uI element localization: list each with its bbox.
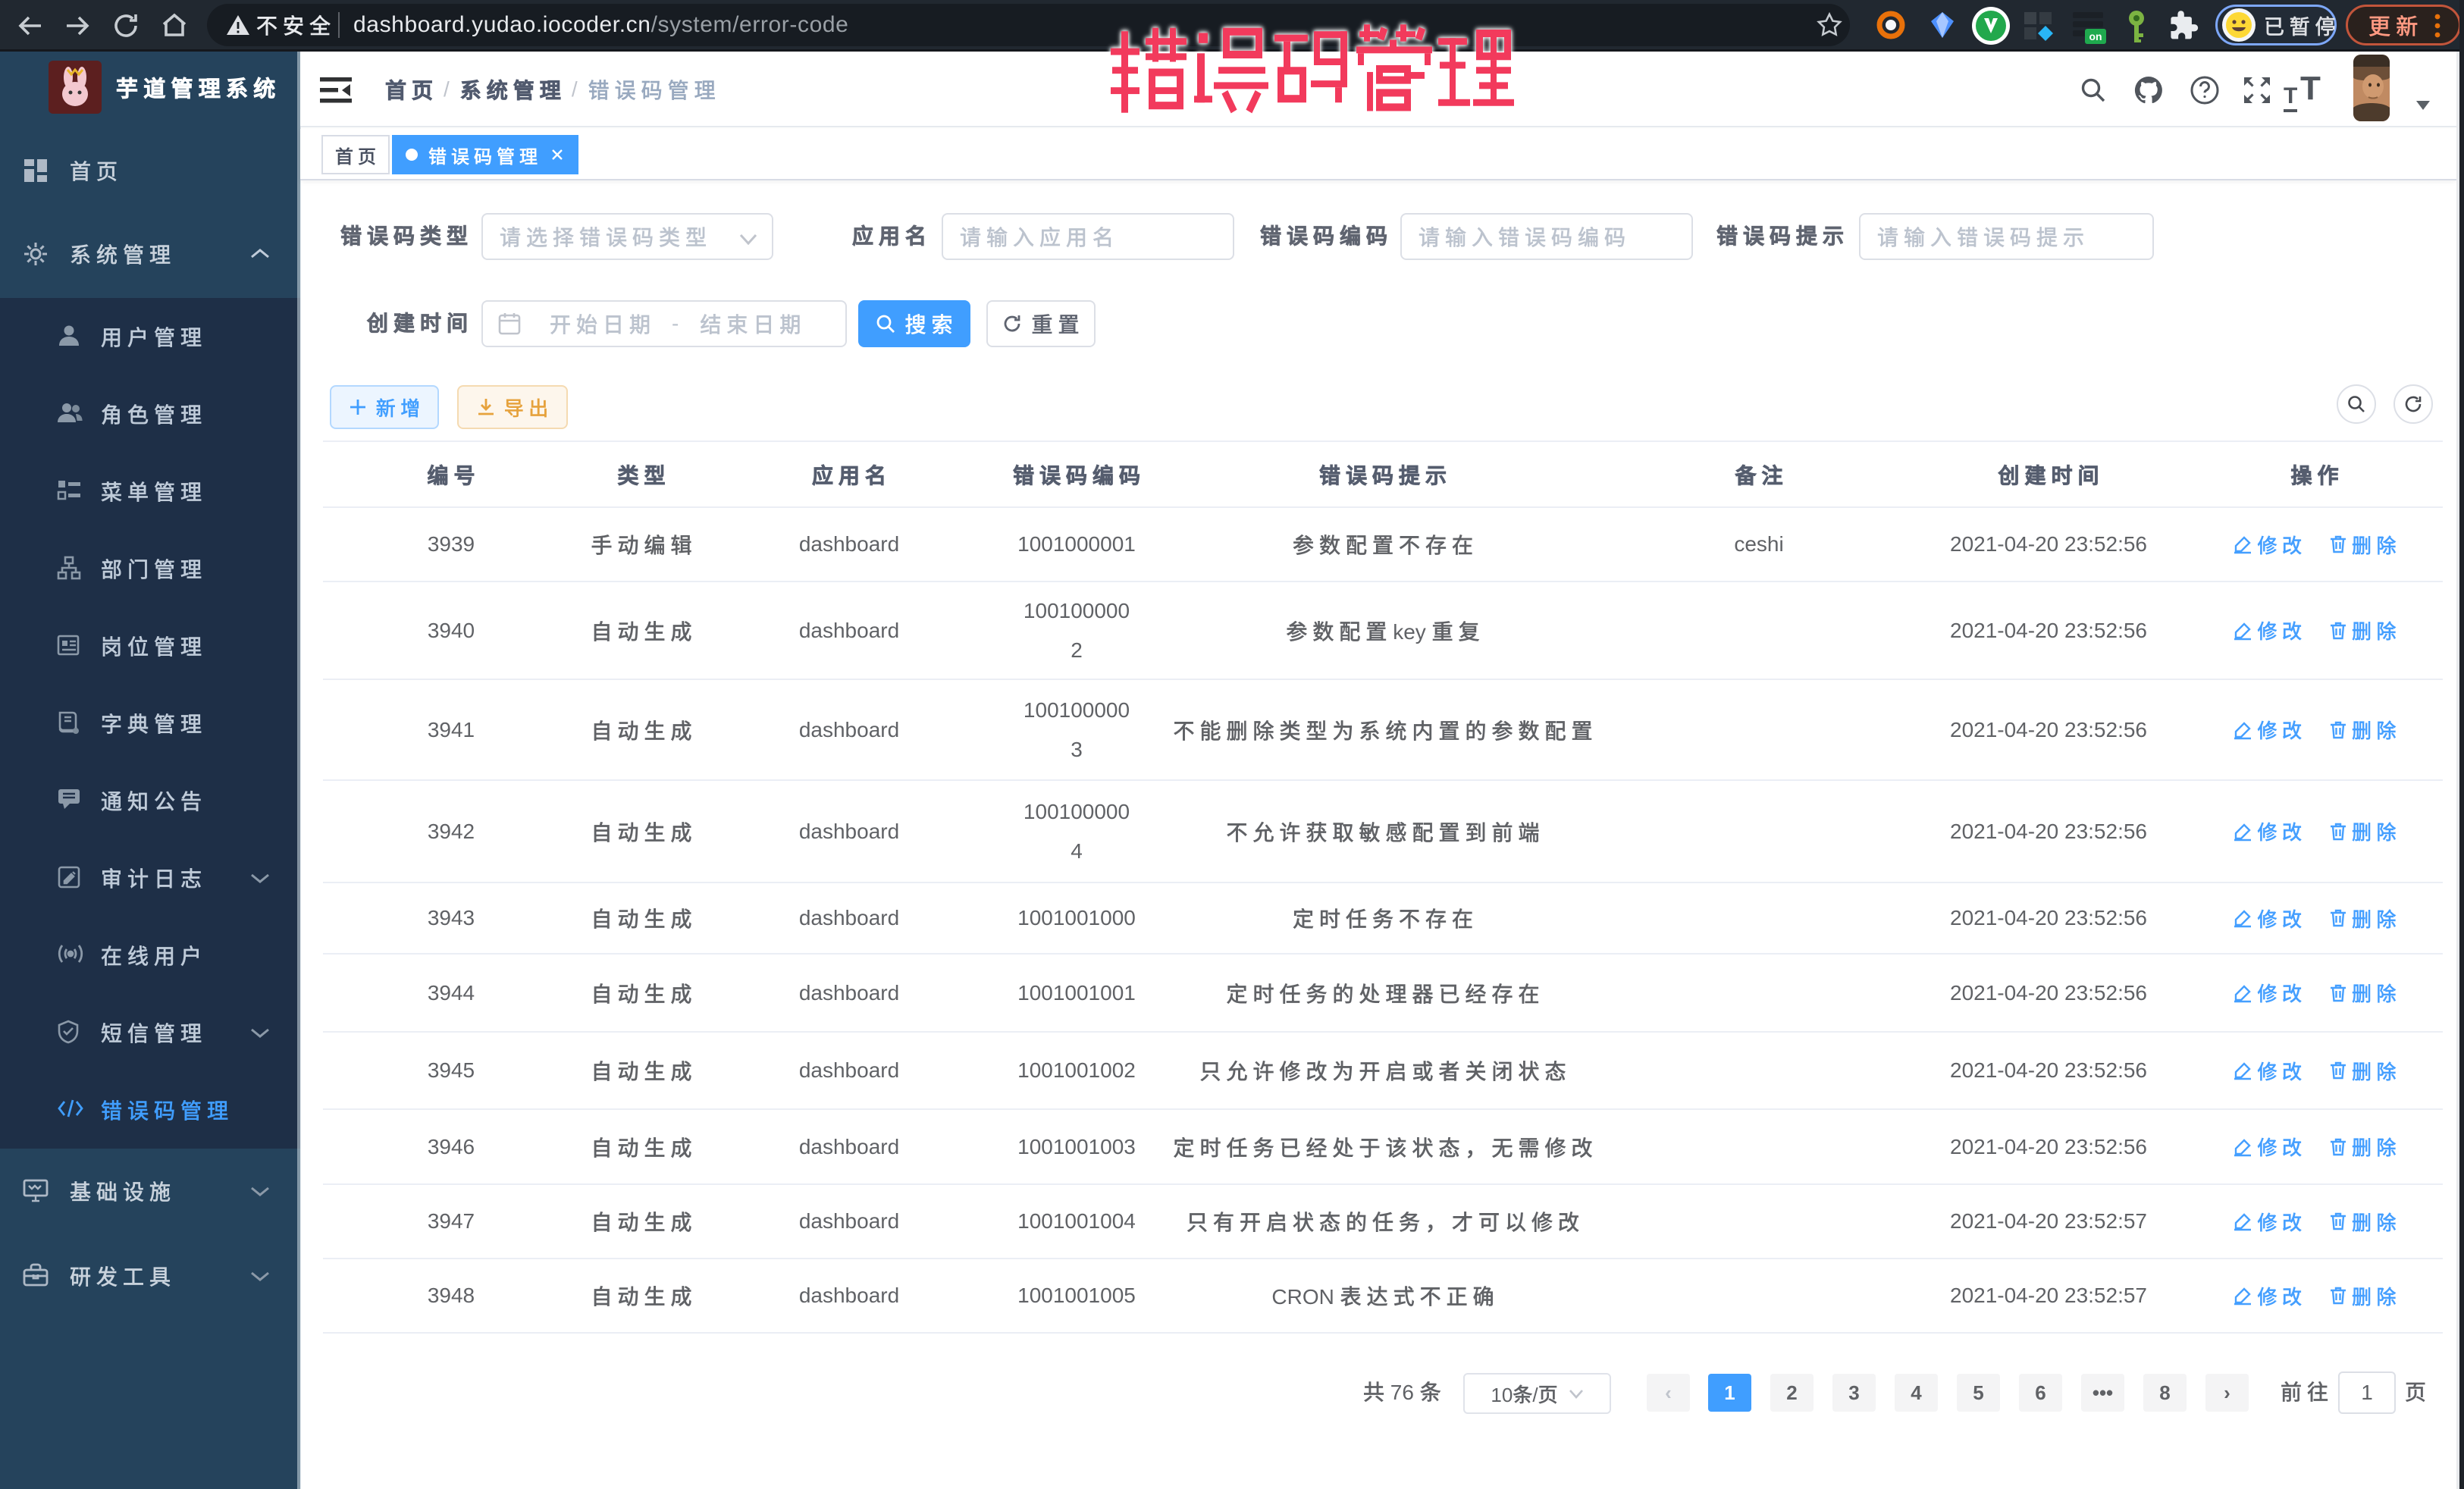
- svg-text:on: on: [2089, 30, 2102, 42]
